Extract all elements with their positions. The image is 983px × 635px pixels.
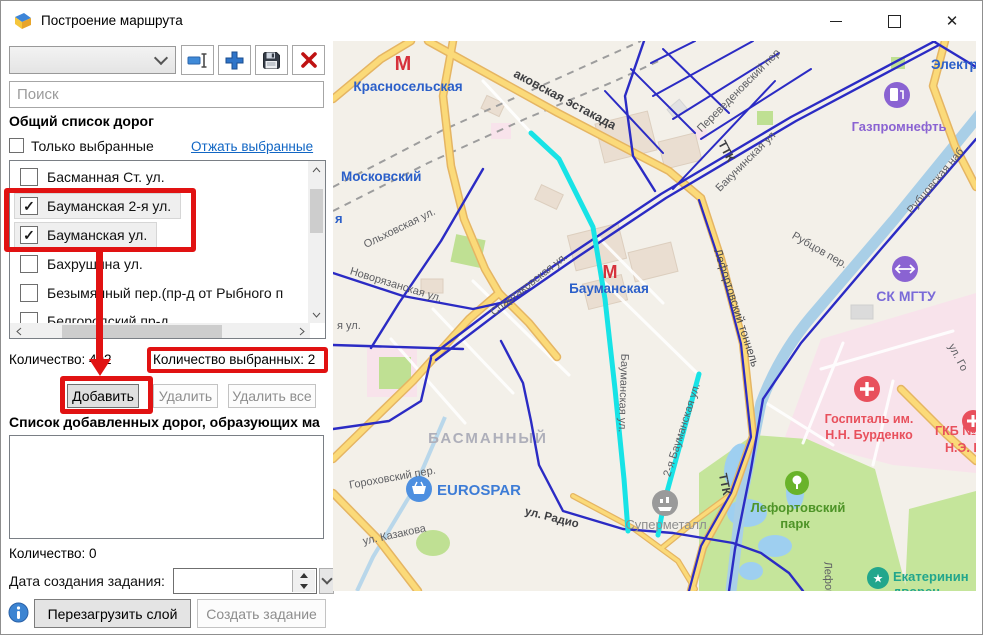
map-label-gospital2: Н.Н. Бурденко xyxy=(825,428,913,442)
map-label-lefort-street: Лефор xyxy=(821,561,834,591)
map-label-elektro: Электр xyxy=(931,57,976,72)
reload-layer-button[interactable]: Перезагрузить слой xyxy=(34,599,191,628)
map-label-gazprom: Газпромнефть xyxy=(852,119,947,134)
roads-section-title: Общий список дорог xyxy=(9,113,154,129)
map-label-baumanskaya-station: Бауманская xyxy=(569,281,649,296)
titlebar: Построение маршрута ✕ xyxy=(1,1,982,41)
park-icon xyxy=(785,471,809,495)
date-dropdown-button[interactable] xyxy=(319,568,334,594)
spin-up-icon[interactable] xyxy=(293,570,315,581)
create-task-button: Создать задание xyxy=(197,599,326,628)
save-icon xyxy=(261,50,282,71)
metro-icon: М xyxy=(395,53,412,75)
close-icon: ✕ xyxy=(946,14,959,29)
route-profile-select[interactable] xyxy=(9,46,176,74)
map-label-gospital: Госпиталь им. xyxy=(825,412,914,426)
map-label-sk-mgtu: СК МГТУ xyxy=(876,288,936,304)
map-label-krasnoselskaya: Красносельская xyxy=(353,79,462,94)
search-input[interactable] xyxy=(9,81,324,108)
svg-text:★: ★ xyxy=(873,572,884,586)
map-label-palace2: дворец xyxy=(893,584,940,591)
added-section-title: Список добавленных дорог, образующих ма xyxy=(9,414,326,430)
scroll-up-icon[interactable] xyxy=(308,161,325,178)
map-label-lefort-park2: парк xyxy=(780,516,810,531)
list-item[interactable]: Басманная Ст. ул. xyxy=(14,163,175,191)
factory-icon xyxy=(652,490,678,516)
minimize-button[interactable] xyxy=(813,1,859,41)
annotation-box-selected-roads xyxy=(4,188,196,252)
rename-icon xyxy=(187,50,208,71)
annotation-arrow-line xyxy=(96,252,103,360)
task-date-input[interactable] xyxy=(173,568,317,594)
gas-station-icon xyxy=(884,82,910,108)
chevron-down-icon xyxy=(321,573,332,584)
item-label: Безымянный пер.(пр-д от Рыбного п xyxy=(47,285,283,301)
map-label-moskovsky: Московский xyxy=(341,169,421,184)
added-count: Количество: 0 xyxy=(9,546,97,561)
list-item[interactable]: Бахрушина ул. xyxy=(14,250,153,278)
map-label-ya: я xyxy=(335,211,343,226)
minimize-icon xyxy=(830,21,842,22)
item-checkbox[interactable] xyxy=(20,284,38,302)
app-icon xyxy=(13,11,33,31)
spin-down-icon[interactable] xyxy=(293,581,315,592)
item-checkbox[interactable] xyxy=(20,255,38,273)
sport-complex-icon xyxy=(892,256,918,282)
map-svg: М М xyxy=(333,41,976,591)
rename-route-button[interactable] xyxy=(181,45,214,75)
maximize-icon xyxy=(888,15,901,28)
date-spinner[interactable] xyxy=(292,570,315,592)
map-label-lefort-park: Лефортовский xyxy=(751,500,846,515)
only-selected-checkbox[interactable] xyxy=(9,138,24,153)
delete-button: Удалить xyxy=(153,384,218,408)
task-date-label: Дата создания задания: xyxy=(9,573,165,589)
plus-icon xyxy=(224,50,245,71)
item-label: Бахрушина ул. xyxy=(47,256,143,272)
chevron-down-icon xyxy=(154,51,168,65)
list-item[interactable]: Безымянный пер.(пр-д от Рыбного п xyxy=(14,279,293,307)
annotation-arrow-head xyxy=(89,359,111,376)
save-route-button[interactable] xyxy=(255,45,288,75)
map-label-gkb2: Н.Э. Ба xyxy=(945,441,976,455)
delete-all-button: Удалить все xyxy=(228,384,316,408)
close-button[interactable]: ✕ xyxy=(929,1,975,41)
scroll-thumb[interactable] xyxy=(62,325,222,338)
map-label-ya-ul: я ул. xyxy=(337,320,361,332)
route-builder-window: Построение маршрута ✕ Общий списо xyxy=(0,0,983,635)
metro-icon: М xyxy=(603,262,618,282)
palace-icon: ★ xyxy=(867,567,889,589)
window-title: Построение маршрута xyxy=(41,13,183,28)
scroll-right-icon[interactable] xyxy=(293,323,310,339)
map-label-supermetall: Суперметалл xyxy=(625,517,706,532)
add-route-button[interactable] xyxy=(218,45,251,75)
horizontal-scrollbar[interactable] xyxy=(10,323,310,339)
map-label-palace: Екатеринин xyxy=(893,569,969,584)
scroll-down-icon[interactable] xyxy=(308,306,325,323)
annotation-box-selected-count xyxy=(147,347,328,373)
vertical-scrollbar[interactable] xyxy=(308,161,325,323)
info-icon[interactable] xyxy=(8,602,29,623)
delete-route-button[interactable] xyxy=(292,45,325,75)
map-label-basmanny: БАСМАННЫЙ xyxy=(428,429,548,447)
added-roads-list[interactable] xyxy=(9,435,324,539)
map-label-eurospar: EUROSPAR xyxy=(437,482,521,499)
scroll-thumb[interactable] xyxy=(310,189,323,233)
only-selected-label: Только выбранные xyxy=(31,138,154,154)
red-x-icon xyxy=(299,50,319,70)
unselect-all-link[interactable]: Отжать выбранные xyxy=(191,139,313,154)
hospital-icon xyxy=(854,376,880,402)
item-checkbox[interactable] xyxy=(20,168,38,186)
map-label-gkb: ГКБ № xyxy=(935,424,976,438)
item-label: Басманная Ст. ул. xyxy=(47,169,165,185)
annotation-box-add-button xyxy=(60,376,153,414)
scroll-left-icon[interactable] xyxy=(10,323,27,339)
maximize-button[interactable] xyxy=(871,1,917,41)
map-canvas[interactable]: М М xyxy=(333,41,976,591)
